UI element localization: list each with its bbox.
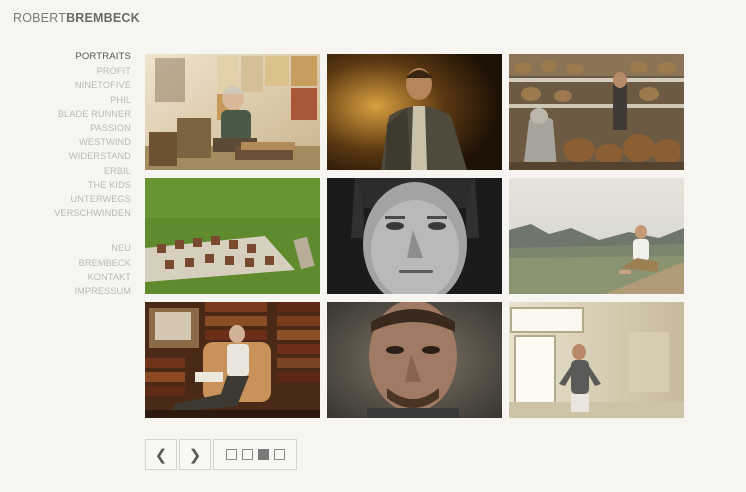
next-button[interactable]: ❯ xyxy=(179,439,211,470)
secondary-navigation: NEU BREMBECK KONTAKT IMPRESSUM xyxy=(20,241,131,298)
nav-item-verschwinden[interactable]: VERSCHWINDEN xyxy=(20,206,131,220)
nav-item-westwind[interactable]: WESTWIND xyxy=(20,135,131,149)
photo-artist-studio[interactable] xyxy=(145,54,320,170)
pagination: ❮ ❯ xyxy=(145,439,297,470)
nav-item-erbil[interactable]: ERBIL xyxy=(20,164,131,178)
nav-item-impressum[interactable]: IMPRESSUM xyxy=(20,284,131,298)
nav-item-profit[interactable]: PROFIT xyxy=(20,64,131,78)
photo-bw-face-closeup[interactable] xyxy=(327,178,502,294)
photo-man-library-armchair[interactable] xyxy=(145,302,320,418)
nav-item-unterwegs[interactable]: UNTERWEGS xyxy=(20,192,131,206)
page-dot-3[interactable] xyxy=(257,449,269,460)
chevron-left-icon: ❮ xyxy=(154,446,168,464)
page-dot-2[interactable] xyxy=(241,449,253,460)
nav-item-the-kids[interactable]: THE KIDS xyxy=(20,178,131,192)
page-indicator xyxy=(213,439,297,470)
site-logo[interactable]: ROBERTBREMBECK xyxy=(13,11,140,25)
nav-item-ninetofive[interactable]: NINETOFIVE xyxy=(20,78,131,92)
nav-item-phil[interactable]: PHIL xyxy=(20,93,131,107)
page-dot-1[interactable] xyxy=(225,449,237,460)
logo-last-name: BREMBECK xyxy=(66,11,140,25)
photo-grid xyxy=(145,54,684,418)
photo-man-dark-coat[interactable] xyxy=(327,54,502,170)
nav-item-portraits[interactable]: PORTRAITS xyxy=(20,50,131,64)
main-navigation: PORTRAITS PROFIT NINETOFIVE PHIL BLADE R… xyxy=(20,50,131,298)
previous-button[interactable]: ❮ xyxy=(145,439,177,470)
photo-man-closeup-portrait[interactable] xyxy=(327,302,502,418)
nav-item-neu[interactable]: NEU xyxy=(20,241,131,255)
nav-item-brembeck[interactable]: BREMBECK xyxy=(20,256,131,270)
nav-item-blade-runner[interactable]: BLADE RUNNER xyxy=(20,107,131,121)
chevron-right-icon: ❯ xyxy=(188,446,202,464)
logo-first-name: ROBERT xyxy=(13,11,67,25)
nav-item-passion[interactable]: PASSION xyxy=(20,121,131,135)
nav-item-kontakt[interactable]: KONTAKT xyxy=(20,270,131,284)
photo-taxidermy-room[interactable] xyxy=(509,54,684,170)
photo-man-bright-room[interactable] xyxy=(509,302,684,418)
page-dot-4[interactable] xyxy=(273,449,285,460)
photo-chairs-on-lawn[interactable] xyxy=(145,178,320,294)
photo-man-mountain-valley[interactable] xyxy=(509,178,684,294)
nav-item-widerstand[interactable]: WIDERSTAND xyxy=(20,149,131,163)
